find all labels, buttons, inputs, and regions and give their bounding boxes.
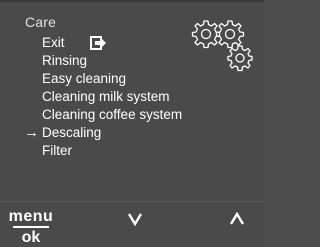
menu-item-label: Exit: [42, 35, 65, 50]
selection-arrow-icon: →: [24, 124, 39, 141]
chevron-down-icon: [127, 213, 143, 226]
exit-icon: [90, 36, 106, 50]
gears-icon: [191, 20, 253, 72]
menu-item-label: Cleaning coffee system: [42, 107, 183, 122]
menu-item-label: Easy cleaning: [42, 71, 127, 86]
chevron-up-icon: [229, 212, 245, 225]
menu-label: menu: [8, 208, 54, 225]
menu-item-label: Filter: [42, 143, 72, 158]
menu-item-label: Cleaning milk system: [42, 89, 170, 104]
footer-divider: [0, 201, 264, 202]
top-border: [0, 0, 264, 2]
scroll-up-button[interactable]: [220, 212, 254, 238]
machine-display: Care Exit Rinsing Easy cleaning Cleaning…: [0, 0, 264, 247]
scroll-down-button[interactable]: [118, 212, 152, 238]
menu-item-label: Rinsing: [42, 53, 88, 68]
menu-ok-button[interactable]: menu ok: [8, 208, 54, 246]
divider-rule: [13, 226, 49, 228]
menu-item-label: Descaling: [42, 125, 102, 140]
ok-label: ok: [21, 229, 41, 246]
section-title: Care: [25, 14, 57, 30]
